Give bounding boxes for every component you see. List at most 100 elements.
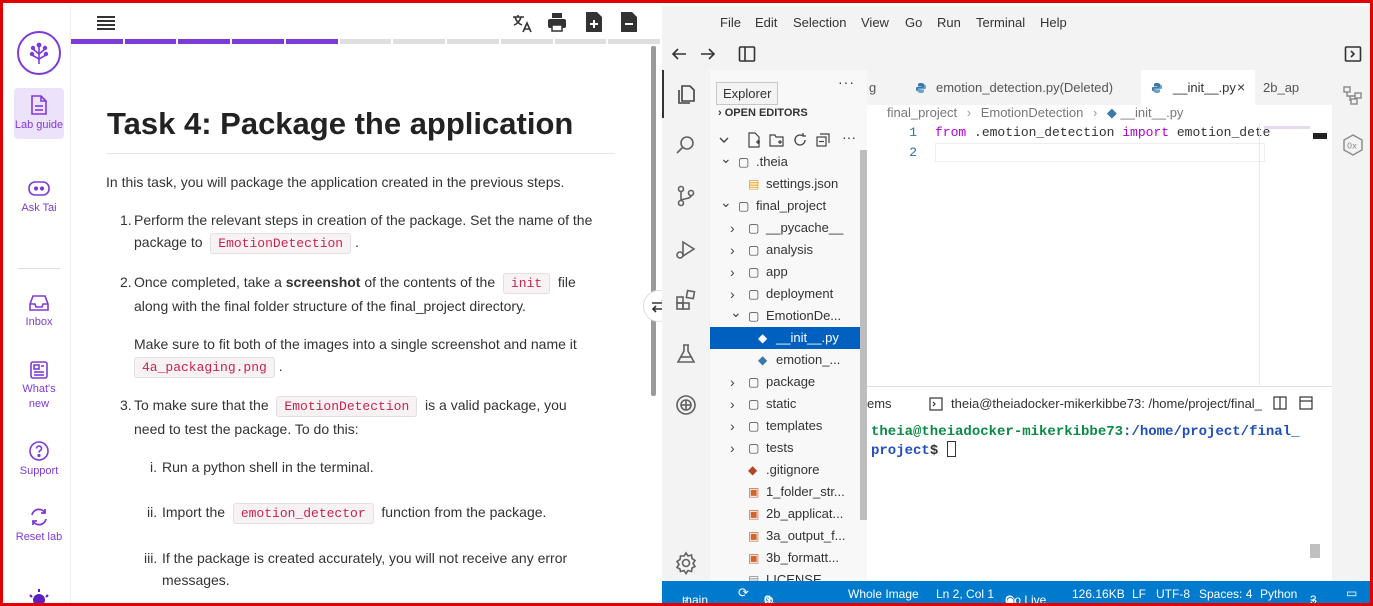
tree-item[interactable]: ⌄ ▢ .theia: [710, 151, 860, 173]
terminal-scrollbar[interactable]: [1310, 544, 1320, 558]
sync-icon[interactable]: ⟳: [738, 585, 749, 601]
rail-item-lab-guide[interactable]: Lab guide: [14, 88, 64, 139]
menu-terminal[interactable]: Terminal: [976, 15, 1025, 30]
rail-item-reset-lab[interactable]: Reset lab: [14, 506, 64, 545]
code-editor[interactable]: 1 2 from .emotion_detection import emoti…: [867, 123, 1270, 385]
step-2-text-c: file: [557, 274, 576, 290]
rail-item-whats-new[interactable]: What's new: [14, 360, 64, 412]
close-tab-icon[interactable]: ×: [1237, 70, 1245, 105]
py-file-icon: ◆: [758, 331, 768, 345]
maximize-panel-icon[interactable]: [1299, 396, 1313, 410]
terminal-output[interactable]: theia@theiadocker-mikerkibbe73:/home/pro…: [871, 423, 1299, 460]
menu-selection[interactable]: Selection: [793, 15, 846, 30]
breadcrumb-init-py[interactable]: __init__.py: [1121, 105, 1184, 120]
tab-2b-partial[interactable]: 2b_ap: [1263, 70, 1303, 105]
folder-icon: ▢: [738, 155, 750, 169]
menu-run[interactable]: Run: [937, 15, 961, 30]
panel-tab-problems[interactable]: ems: [867, 396, 892, 411]
menu-edit[interactable]: Edit: [755, 15, 777, 30]
menu-view[interactable]: View: [861, 15, 889, 30]
translate-icon[interactable]: [511, 12, 533, 39]
theme-sun-icon[interactable]: [28, 589, 50, 603]
toggle-sidebar-icon[interactable]: [738, 45, 756, 68]
back-arrow-icon[interactable]: [670, 46, 688, 67]
encoding[interactable]: UTF-8: [1156, 587, 1190, 601]
status-whole-image[interactable]: Whole Image: [848, 587, 919, 601]
tab-emotion-detection-deleted[interactable]: emotion_detection.py(Deleted): [907, 70, 1139, 105]
more-actions-icon[interactable]: ···: [838, 74, 855, 90]
cloud-tools-icon[interactable]: [674, 393, 698, 417]
cursor-position[interactable]: Ln 2, Col 1: [936, 587, 994, 601]
language-mode[interactable]: Python: [1260, 587, 1297, 601]
minimap[interactable]: [1259, 123, 1313, 385]
breadcrumb-emotiondetection[interactable]: EmotionDetection: [981, 105, 1084, 120]
substep-ii-text-a: Import the: [162, 504, 226, 520]
hex-icon[interactable]: 0x: [1342, 134, 1364, 161]
print-icon[interactable]: [546, 11, 568, 38]
open-editors-section[interactable]: › OPEN EDITORS: [718, 107, 808, 119]
guide-scrollbar[interactable]: [651, 46, 656, 396]
tab-partial[interactable]: g: [869, 70, 889, 105]
tree-item[interactable]: › ▢ analysis: [710, 239, 860, 261]
notifications-icon[interactable]: ▭: [1346, 586, 1357, 600]
rail-item-support[interactable]: Support: [14, 440, 64, 479]
outline-icon[interactable]: [1342, 84, 1364, 111]
split-terminal-icon[interactable]: [1273, 396, 1287, 410]
tree-item[interactable]: ⌄ ▢ final_project: [710, 195, 860, 217]
new-file-icon[interactable]: [746, 132, 762, 148]
step-1: Perform the relevant steps in creation o…: [134, 209, 614, 255]
extensions-icon[interactable]: [674, 288, 698, 312]
explorer-scrollbar[interactable]: [860, 150, 867, 520]
prompt-user: theia@theiadocker-mikerkibbe73: [871, 424, 1124, 440]
run-debug-icon[interactable]: [674, 237, 698, 261]
rail-item-ask-tai[interactable]: Ask Tai: [14, 179, 64, 216]
collapse-all-icon[interactable]: [815, 132, 831, 148]
indentation[interactable]: Spaces: 4: [1199, 587, 1252, 601]
breadcrumb-final-project[interactable]: final_project: [887, 105, 957, 120]
remove-note-icon[interactable]: [619, 11, 639, 38]
tree-item[interactable]: › ▢ tests: [710, 437, 860, 459]
tree-item-label: tests: [766, 440, 794, 455]
tab-init-py[interactable]: __init__.py ×: [1141, 70, 1255, 105]
tree-item[interactable]: › ▢ __pycache__: [710, 217, 860, 239]
tree-item[interactable]: › ▢ package: [710, 371, 860, 393]
tree-item[interactable]: ◆ __init__.py: [710, 327, 860, 349]
tree-item[interactable]: ▤ settings.json: [710, 173, 860, 195]
ports-count: 3: [1310, 593, 1317, 606]
toggle-panel-icon[interactable]: [1344, 45, 1362, 68]
settings-gear-icon[interactable]: [674, 551, 698, 575]
tree-item[interactable]: ▣ 3a_output_f...: [710, 525, 860, 547]
terminal-title[interactable]: theia@theiadocker-mikerkibbe73: /home/pr…: [951, 396, 1262, 411]
forward-arrow-icon[interactable]: [699, 46, 717, 67]
tree-item[interactable]: › ▢ static: [710, 393, 860, 415]
hamburger-menu-icon[interactable]: [96, 14, 116, 37]
app-logo-icon[interactable]: [17, 31, 61, 75]
right-activity-bar: 0x: [1332, 70, 1370, 581]
rail-item-inbox[interactable]: Inbox: [14, 293, 64, 330]
end-of-line[interactable]: LF: [1132, 587, 1146, 601]
new-folder-icon[interactable]: [769, 132, 785, 148]
testing-flask-icon[interactable]: [674, 342, 698, 366]
chevron-right-icon: ›: [730, 418, 735, 434]
menu-help[interactable]: Help: [1040, 15, 1067, 30]
tree-item[interactable]: ◆ .gitignore: [710, 459, 860, 481]
folder-icon: ▢: [748, 375, 760, 389]
tree-item[interactable]: ⌄ ▢ EmotionDe...: [710, 305, 860, 327]
chevron-down-icon[interactable]: [718, 134, 730, 146]
tree-item[interactable]: ▣ 1_folder_str...: [710, 481, 860, 503]
tree-item[interactable]: › ▢ app: [710, 261, 860, 283]
workspace-more-icon[interactable]: ···: [842, 129, 856, 145]
tree-item[interactable]: › ▢ templates: [710, 415, 860, 437]
source-control-icon[interactable]: [674, 184, 698, 208]
tree-item[interactable]: › ▢ deployment: [710, 283, 860, 305]
menu-go[interactable]: Go: [905, 15, 922, 30]
tree-item[interactable]: ▣ 3b_formatt...: [710, 547, 860, 569]
tree-item[interactable]: ◆ emotion_...: [710, 349, 860, 371]
refresh-explorer-icon[interactable]: [792, 132, 808, 148]
guide-toolbar: [71, 6, 660, 40]
tree-item[interactable]: ▣ 2b_applicat...: [710, 503, 860, 525]
add-note-icon[interactable]: [584, 11, 604, 38]
explorer-icon[interactable]: [674, 82, 698, 106]
menu-file[interactable]: File: [720, 15, 741, 30]
search-icon[interactable]: [674, 133, 698, 157]
